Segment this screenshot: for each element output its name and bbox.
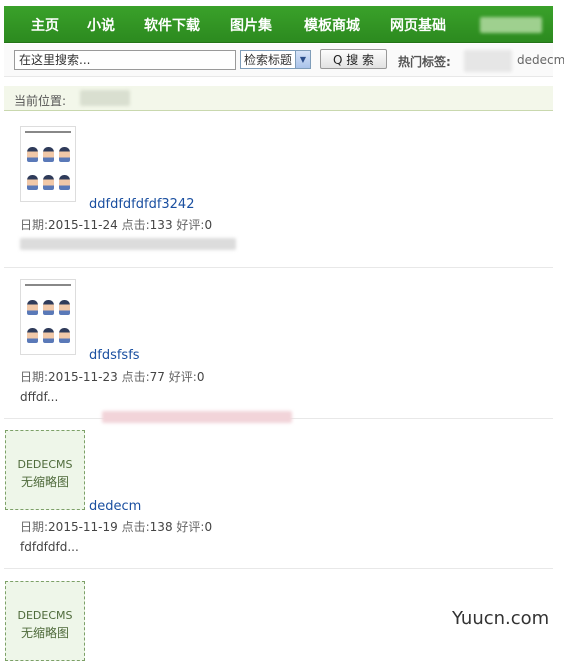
article-meta: 日期:2015-11-19 点击:138 好评:0 <box>20 520 213 534</box>
chevron-down-icon[interactable]: ▼ <box>295 51 310 68</box>
article-title-link[interactable]: ddfdfdfdfdf3242 <box>89 197 194 212</box>
article-title-link[interactable]: dfdsfsfs <box>89 348 140 363</box>
nav-item-blurred[interactable] <box>480 17 542 33</box>
nav-item-novel[interactable]: 小说 <box>87 15 115 35</box>
hot-tag-link[interactable]: dedecm <box>517 53 564 67</box>
article-description-blurred <box>20 238 236 250</box>
nav-item-gallery[interactable]: 图片集 <box>230 15 272 35</box>
breadcrumb-path-blurred[interactable] <box>80 90 130 106</box>
ad-blurred <box>102 411 292 423</box>
search-button-label: Q 搜 索 <box>332 53 375 67</box>
search-type-value: 检索标题 <box>244 53 293 67</box>
nav-item-web-basics[interactable]: 网页基础 <box>390 15 446 35</box>
no-thumbnail-placeholder[interactable]: DEDECMS 无缩略图 <box>5 430 85 510</box>
article-meta: 日期:2015-11-23 点击:77 好评:0 <box>20 370 205 384</box>
breadcrumb-label: 当前位置: <box>14 94 67 108</box>
article-description: fdfdfdfd... <box>20 540 79 554</box>
hot-tags-label: 热门标签: <box>398 55 451 69</box>
search-bar: 检索标题 ▼ Q 搜 索 热门标签: dedecm <box>4 44 564 77</box>
search-input[interactable] <box>14 50 236 70</box>
top-nav: 主页 小说 软件下载 图片集 模板商城 网页基础 <box>4 6 553 43</box>
breadcrumb: 当前位置: <box>4 86 553 111</box>
search-button[interactable]: Q 搜 索 <box>320 49 387 69</box>
article-thumbnail[interactable] <box>20 126 76 202</box>
nav-item-home[interactable]: 主页 <box>31 15 59 35</box>
nav-item-software[interactable]: 软件下载 <box>144 15 200 35</box>
watermark: Yuucn.com <box>452 608 550 629</box>
search-type-select[interactable]: 检索标题 ▼ <box>240 50 311 69</box>
article-title-link[interactable]: dedecm <box>89 499 141 514</box>
nav-item-template-store[interactable]: 模板商城 <box>304 15 360 35</box>
article-item: ddfdfdfdfdf3242 日期:2015-11-24 点击:133 好评:… <box>4 126 553 268</box>
article-meta: 日期:2015-11-24 点击:133 好评:0 <box>20 218 213 232</box>
article-thumbnail[interactable] <box>20 279 76 355</box>
article-item: dfdsfsfs 日期:2015-11-23 点击:77 好评:0 dffdf.… <box>4 279 553 423</box>
article-description: dffdf... <box>20 390 59 404</box>
hot-tag-blurred[interactable] <box>464 50 512 72</box>
no-thumbnail-placeholder[interactable]: DEDECMS 无缩略图 <box>5 581 85 661</box>
article-item: DEDECMS 无缩略图 dedecm 日期:2015-11-19 点击:138… <box>4 430 553 569</box>
